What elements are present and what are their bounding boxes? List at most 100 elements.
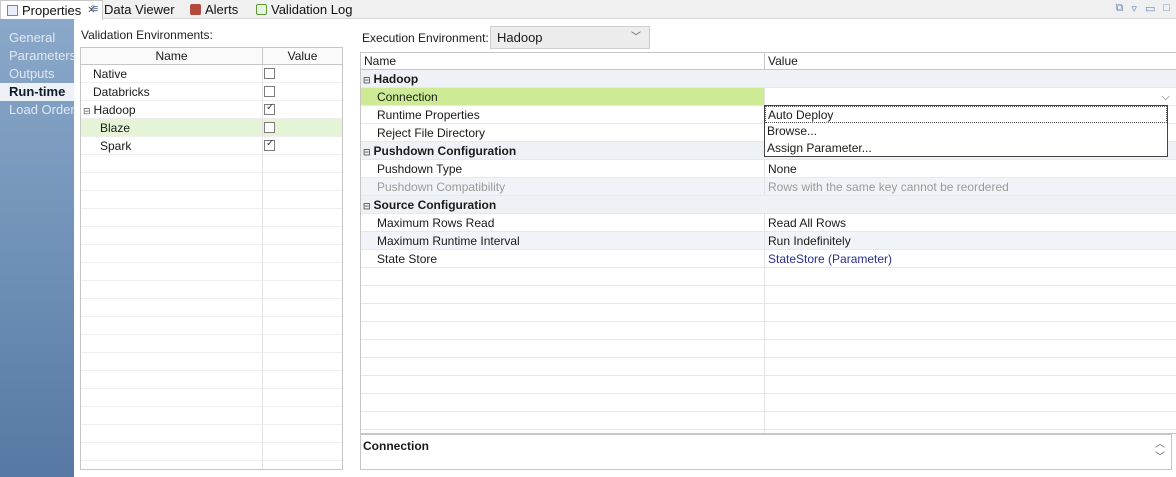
empty-row: [81, 353, 342, 371]
validation-row-blaze[interactable]: Blaze: [81, 119, 342, 137]
validation-col-value[interactable]: Value: [263, 48, 342, 64]
property-value[interactable]: None: [765, 160, 1176, 177]
option-assign-parameter[interactable]: Assign Parameter...: [765, 140, 1167, 157]
empty-row: [81, 227, 342, 245]
property-row-maximum-runtime-interval[interactable]: Maximum Runtime Interval Run Indefinitel…: [361, 232, 1176, 250]
empty-row: [361, 304, 1176, 322]
tab-validation-log[interactable]: Validation Log: [250, 0, 358, 19]
validation-col-name[interactable]: Name: [81, 48, 263, 64]
property-row-state-store[interactable]: State Store StateStore (Parameter): [361, 250, 1176, 268]
chevron-down-icon: ﹀: [631, 32, 641, 43]
validation-row-hadoop[interactable]: ⊟ Hadoop: [81, 101, 342, 119]
execution-environment-label: Execution Environment:: [362, 31, 489, 45]
collapse-icon[interactable]: ⊟: [363, 147, 371, 157]
tab-validation-log-label: Validation Log: [271, 2, 353, 17]
tab-data-viewer[interactable]: ≋ Data Viewer: [83, 0, 181, 19]
empty-row: [81, 245, 342, 263]
property-name: Reject File Directory: [361, 124, 765, 141]
validation-table-header: Name Value: [81, 48, 342, 65]
execution-environment-select[interactable]: Hadoop ﹀: [490, 26, 650, 49]
validation-row-spark[interactable]: Spark: [81, 137, 342, 155]
sidebar-item-load-order[interactable]: Load Order: [0, 101, 75, 119]
sidebar-item-outputs[interactable]: Outputs: [0, 65, 74, 83]
property-row-pushdown-type[interactable]: Pushdown Type None: [361, 160, 1176, 178]
property-value: Rows with the same key cannot be reorder…: [768, 180, 1009, 194]
detach-icon[interactable]: ⧉: [1116, 2, 1124, 15]
empty-row: [81, 425, 342, 443]
native-checkbox[interactable]: [264, 68, 275, 79]
empty-row: [81, 191, 342, 209]
property-name: Maximum Runtime Interval: [361, 232, 765, 249]
property-row-connection[interactable]: Connection ⌵: [361, 88, 1176, 106]
scroll-up-icon[interactable]: ︿: [1155, 438, 1165, 451]
empty-row: [361, 340, 1176, 358]
group-source-configuration[interactable]: ⊟ Source Configuration: [361, 196, 1176, 214]
validation-environments-table: Name Value Native Databricks ⊟Hadoop Bla…: [80, 47, 343, 470]
sidebar-item-parameters[interactable]: Parameters: [0, 47, 76, 65]
validation-row-name: Spark: [81, 137, 263, 154]
option-browse[interactable]: Browse...: [765, 123, 1167, 140]
property-value[interactable]: Read All Rows: [765, 214, 1176, 231]
grid-col-value[interactable]: Value: [765, 53, 798, 69]
validation-log-icon: [256, 4, 267, 15]
connection-dropdown-list: Auto Deploy Browse... Assign Parameter..…: [764, 105, 1168, 157]
minimize-icon[interactable]: ▭: [1145, 2, 1155, 15]
validation-row-databricks[interactable]: Databricks: [81, 83, 342, 101]
execution-environment-value: Hadoop: [497, 30, 543, 45]
validation-environments-label: Validation Environments:: [81, 28, 213, 42]
property-name: State Store: [361, 250, 765, 267]
empty-row: [361, 268, 1176, 286]
empty-row: [361, 322, 1176, 340]
property-value[interactable]: Run Indefinitely: [765, 232, 1176, 249]
maximize-icon[interactable]: □: [1163, 2, 1170, 15]
property-row-pushdown-compatibility: Pushdown Compatibility Rows with the sam…: [361, 178, 1176, 196]
tab-alerts[interactable]: Alerts: [184, 0, 244, 19]
window-controls: ⧉ ▿ ▭ □: [1116, 2, 1170, 15]
group-hadoop[interactable]: ⊟ Hadoop: [361, 70, 1176, 88]
empty-row: [361, 286, 1176, 304]
property-name: Connection: [361, 88, 765, 105]
collapse-icon[interactable]: ⊟: [363, 201, 371, 211]
state-store-link[interactable]: StateStore (Parameter): [765, 250, 1176, 267]
blaze-checkbox[interactable]: [264, 122, 275, 133]
sidebar-item-run-time[interactable]: Run-time: [0, 83, 74, 101]
property-name: Pushdown Compatibility: [361, 178, 765, 195]
property-name: Runtime Properties: [361, 106, 765, 123]
validation-row-name: Hadoop: [93, 103, 136, 117]
alerts-icon: [190, 4, 201, 15]
description-scrollbar[interactable]: ︿ ﹀: [1155, 438, 1165, 464]
hadoop-checkbox[interactable]: [264, 102, 275, 115]
view-menu-icon[interactable]: ▿: [1131, 2, 1137, 15]
properties-sidebar: General Parameters Outputs Run-time Load…: [0, 19, 76, 477]
empty-row: [81, 443, 342, 461]
empty-row: [361, 376, 1176, 394]
validation-row-name: Blaze: [81, 119, 263, 136]
option-auto-deploy[interactable]: Auto Deploy: [765, 106, 1167, 123]
grid-col-name[interactable]: Name: [361, 53, 765, 69]
empty-row: [81, 263, 342, 281]
collapse-icon[interactable]: ⊟: [363, 75, 371, 85]
grid-header: Name Value: [361, 53, 1176, 70]
collapse-icon[interactable]: ⊟: [83, 106, 91, 116]
property-row-maximum-rows-read[interactable]: Maximum Rows Read Read All Rows: [361, 214, 1176, 232]
databricks-checkbox[interactable]: [264, 86, 275, 97]
empty-row: [81, 155, 342, 173]
empty-row: [81, 209, 342, 227]
scroll-down-icon[interactable]: ﹀: [1155, 451, 1165, 464]
connection-value-select[interactable]: ⌵: [765, 88, 1176, 105]
chevron-down-icon[interactable]: ⌵: [1162, 88, 1170, 106]
group-label: Hadoop: [373, 72, 419, 86]
validation-row-name: Native: [81, 65, 263, 82]
validation-row-native[interactable]: Native: [81, 65, 342, 83]
sidebar-item-general[interactable]: General: [0, 29, 74, 47]
validation-row-name: Databricks: [81, 83, 263, 100]
empty-row: [81, 461, 342, 469]
empty-row: [81, 335, 342, 353]
empty-row: [361, 412, 1176, 430]
properties-icon: [7, 5, 18, 16]
empty-row: [81, 407, 342, 425]
data-viewer-icon: ≋: [89, 3, 100, 15]
empty-row: [81, 317, 342, 335]
spark-checkbox[interactable]: [264, 138, 275, 151]
empty-row: [81, 173, 342, 191]
